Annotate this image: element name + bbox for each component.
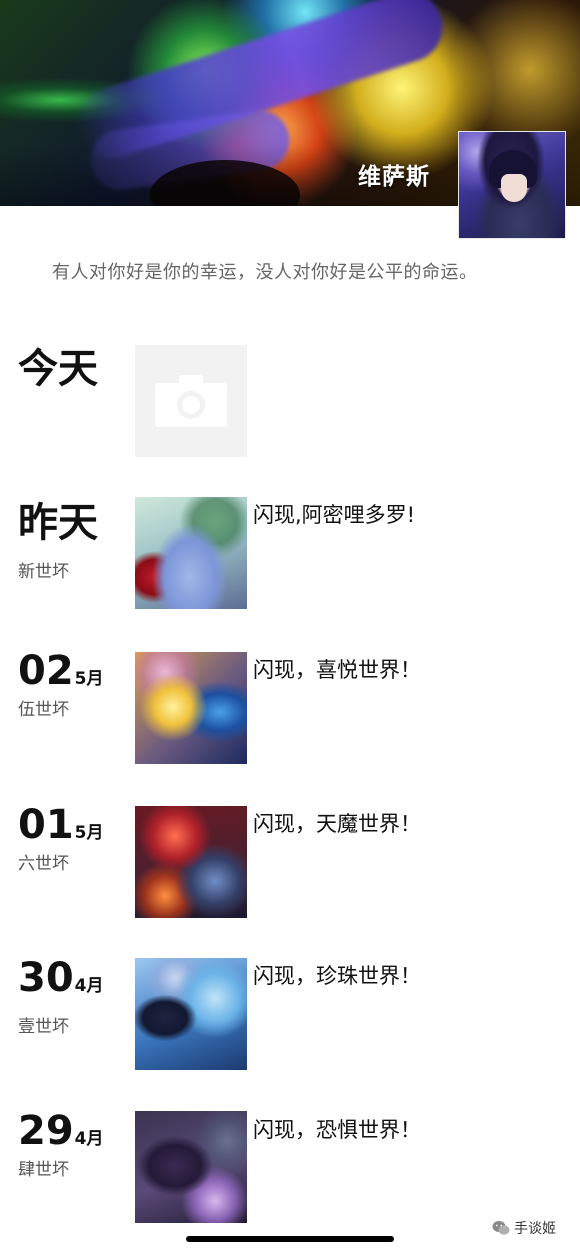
watermark: 手谈姬 [492, 1218, 556, 1240]
post-date: 015月 [18, 805, 104, 845]
post-thumbnail[interactable] [135, 1111, 247, 1223]
post-location: 伍世坏 [18, 700, 69, 720]
post-day: 02 [18, 648, 74, 694]
post-day-label: 昨天 [18, 500, 98, 546]
post-text[interactable]: 闪现,阿密哩多罗! [253, 499, 415, 529]
post-date: 304月 [18, 958, 104, 998]
avatar-face [501, 174, 527, 202]
post-thumbnail[interactable] [135, 806, 247, 918]
post-text[interactable]: 闪现，喜悦世界！ [253, 654, 421, 684]
wechat-logo-icon [492, 1221, 510, 1235]
home-indicator[interactable] [186, 1236, 394, 1242]
post-location: 肆世坏 [18, 1160, 69, 1180]
post-thumbnail[interactable] [135, 652, 247, 764]
post-thumbnail[interactable] [135, 497, 247, 609]
post-text[interactable]: 闪现，珍珠世界！ [253, 960, 421, 990]
watermark-text: 手谈姬 [514, 1221, 556, 1237]
post-location: 六世坏 [18, 854, 69, 874]
profile-signature: 有人对你好是你的幸运，没人对你好是公平的命运。 [52, 262, 478, 283]
post-day: 01 [18, 802, 74, 848]
post-location: 新世坏 [18, 562, 69, 582]
post-month: 5月 [74, 669, 104, 689]
post-month: 4月 [74, 1129, 104, 1149]
post-date: 025月 [18, 651, 104, 691]
moments-page: 维萨斯 有人对你好是你的幸运，没人对你好是公平的命运。 今天 昨天 新世坏 闪现… [0, 0, 580, 1255]
post-thumbnail[interactable] [135, 958, 247, 1070]
post-text[interactable]: 闪现，天魔世界！ [253, 808, 421, 838]
post-date: 294月 [18, 1111, 104, 1151]
today-label: 今天 [18, 346, 98, 392]
post-month: 5月 [74, 823, 104, 843]
new-post-button[interactable] [135, 345, 247, 457]
post-text[interactable]: 闪现，恐惧世界！ [253, 1114, 421, 1144]
post-location: 壹世坏 [18, 1017, 69, 1037]
profile-name: 维萨斯 [358, 164, 430, 190]
camera-icon [155, 375, 227, 427]
post-day: 30 [18, 955, 74, 1001]
post-day: 29 [18, 1108, 74, 1154]
avatar[interactable] [458, 131, 566, 239]
post-month: 4月 [74, 976, 104, 996]
